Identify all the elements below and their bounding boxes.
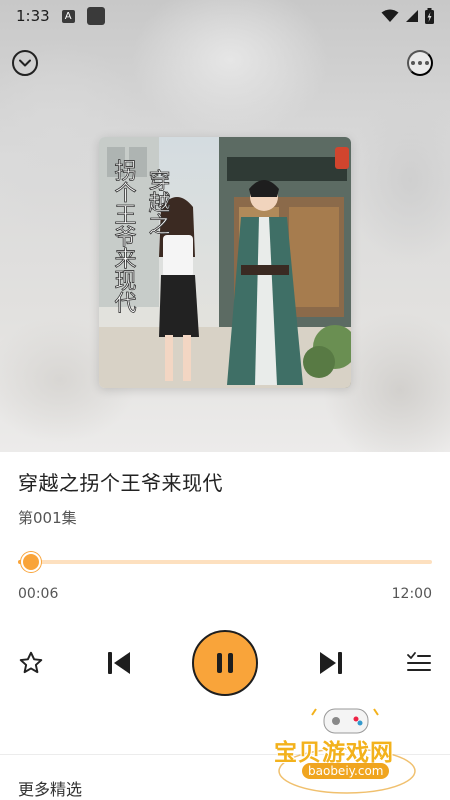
status-indicators — [381, 8, 434, 24]
signal-icon — [406, 10, 418, 22]
cover-title-line2: 拐个王爷来现代 — [111, 159, 137, 313]
album-cover: 穿越之 拐个王爷来现代 — [99, 137, 351, 388]
star-icon — [19, 651, 43, 674]
watermark-url: baobeiy.com — [302, 763, 390, 779]
previous-button[interactable] — [104, 648, 134, 678]
watermark-text: 宝贝游戏网 — [274, 740, 394, 766]
current-time: 00:06 — [18, 586, 59, 602]
skip-previous-icon — [108, 652, 130, 674]
skip-next-icon — [320, 652, 342, 674]
more-picks-heading[interactable]: 更多精选 — [18, 776, 82, 800]
more-options-button[interactable] — [407, 50, 433, 76]
chevron-down-icon — [19, 59, 31, 67]
status-bar: 1:33 A — [0, 0, 450, 32]
collapse-button[interactable] — [12, 50, 38, 76]
favorite-button[interactable] — [17, 649, 45, 677]
notification-a-icon: A — [61, 9, 75, 23]
playlist-icon — [407, 652, 431, 671]
total-time: 12:00 — [391, 586, 432, 602]
progress-bar[interactable] — [18, 552, 432, 572]
next-button[interactable] — [316, 648, 346, 678]
progress-thumb[interactable] — [21, 552, 41, 572]
watermark-logo: 宝贝游戏网 baobeiy.com — [272, 705, 422, 795]
status-time: 1:33 — [16, 7, 50, 25]
play-pause-button[interactable] — [192, 630, 258, 696]
cover-title-line1: 穿越之 — [145, 169, 171, 235]
playlist-button[interactable] — [405, 650, 433, 676]
pause-icon — [217, 653, 233, 673]
more-icon — [411, 61, 415, 65]
wifi-icon — [381, 9, 399, 22]
battery-icon — [425, 8, 434, 24]
episode-label: 第001集 — [18, 509, 77, 527]
track-title: 穿越之拐个王爷来现代 — [18, 471, 223, 495]
notification-square-icon — [86, 7, 105, 25]
